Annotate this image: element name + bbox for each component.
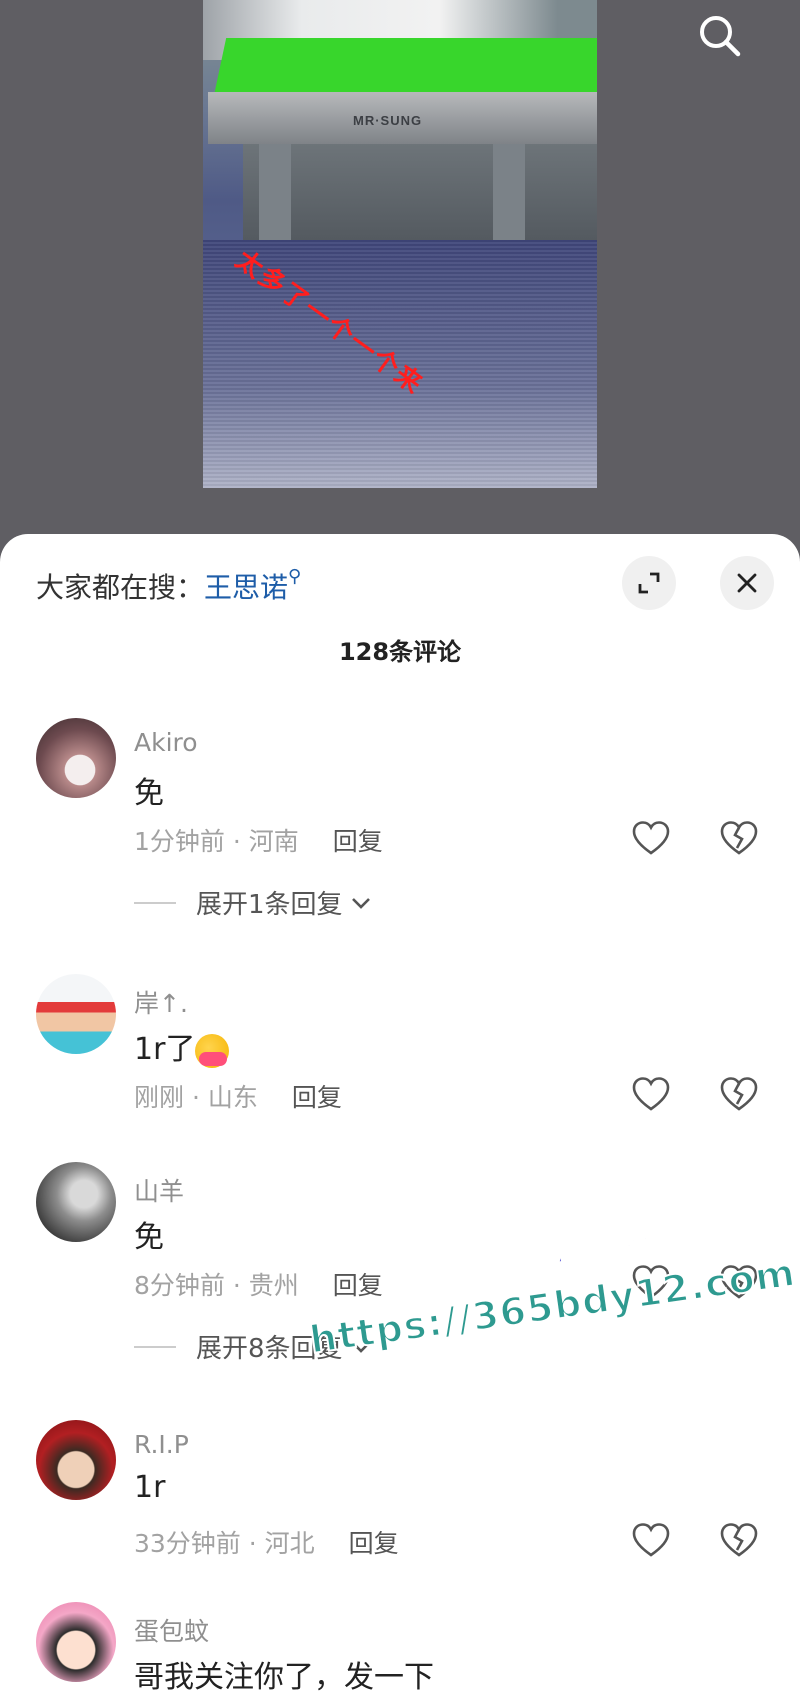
comment-count-title: 128条评论 [338, 638, 462, 666]
like-icon[interactable] [630, 1520, 672, 1562]
divider [134, 1345, 176, 1348]
chevron-down-icon [351, 897, 370, 909]
expand-replies-label: 展开1条回复 [196, 890, 343, 920]
table-felt [213, 38, 597, 100]
dislike-icon[interactable] [718, 1520, 760, 1562]
trending-search[interactable]: 大家都在搜：王思诺⚲ [36, 566, 301, 606]
comment-text: 1r [134, 1470, 166, 1505]
comment-meta: 刚刚 · 山东 回复 [134, 1078, 342, 1114]
comment-author[interactable]: R.I.P [134, 1430, 189, 1459]
trending-search-keyword[interactable]: 王思诺 [204, 571, 288, 604]
dislike-icon[interactable] [718, 818, 760, 860]
avatar[interactable] [36, 974, 116, 1054]
comment-author[interactable]: 蛋包蚊 [134, 1612, 209, 1648]
avatar[interactable] [36, 1162, 116, 1242]
comment-text-content: 1r了 [134, 1032, 196, 1067]
search-icon [700, 16, 741, 57]
comment-text: 1r了 [134, 1024, 230, 1068]
comment-meta: 1分钟前 · 河南 回复 [134, 822, 383, 858]
comment-time-location: 1分钟前 · 河南 [134, 827, 299, 856]
trending-search-prefix: 大家都在搜： [36, 571, 205, 604]
avatar[interactable] [36, 1420, 116, 1500]
like-icon[interactable] [630, 1074, 672, 1116]
comment-time-location: 刚刚 · 山东 [134, 1083, 258, 1112]
expand-button[interactable] [622, 556, 676, 610]
comment-text: 哥我关注你了，发一下 [134, 1660, 434, 1695]
table-leg [493, 144, 525, 254]
comment-text: 免 [134, 1220, 164, 1255]
close-icon [737, 573, 757, 593]
avatar[interactable] [36, 1602, 116, 1682]
divider [134, 901, 176, 904]
comment-time-location: 8分钟前 · 贵州 [134, 1271, 299, 1300]
comment-sheet: 大家都在搜：王思诺⚲ 128条评论 Akiro 免 1分钟前 · 河南 回复 展开 [0, 534, 800, 1698]
table-brand: MR·SUNG [353, 113, 423, 128]
expand-icon [638, 572, 660, 594]
avatar[interactable] [36, 718, 116, 798]
comment-time-location: 33分钟前 · 河北 [134, 1529, 315, 1558]
reply-button[interactable]: 回复 [292, 1083, 342, 1112]
hug-emoji-icon [195, 1033, 230, 1068]
table-body [243, 144, 597, 244]
comment-text: 免 [134, 776, 164, 811]
comment-author[interactable]: 岸↑. [134, 984, 188, 1020]
like-icon[interactable] [630, 818, 672, 860]
table-leg [259, 144, 291, 254]
search-small-icon: ⚲ [288, 566, 302, 587]
comment-meta: 33分钟前 · 河北 回复 [134, 1524, 399, 1560]
reply-button[interactable]: 回复 [349, 1529, 399, 1558]
search-button[interactable] [694, 10, 746, 62]
close-button[interactable] [720, 556, 774, 610]
comment-author[interactable]: Akiro [134, 728, 198, 757]
reply-button[interactable]: 回复 [333, 827, 383, 856]
video-frame[interactable]: MR·SUNG 太多了一个一个来 [203, 0, 597, 488]
dislike-icon[interactable] [718, 1074, 760, 1116]
expand-replies[interactable]: 展开1条回复 [134, 884, 373, 921]
comment-author[interactable]: 山羊 [134, 1172, 184, 1208]
